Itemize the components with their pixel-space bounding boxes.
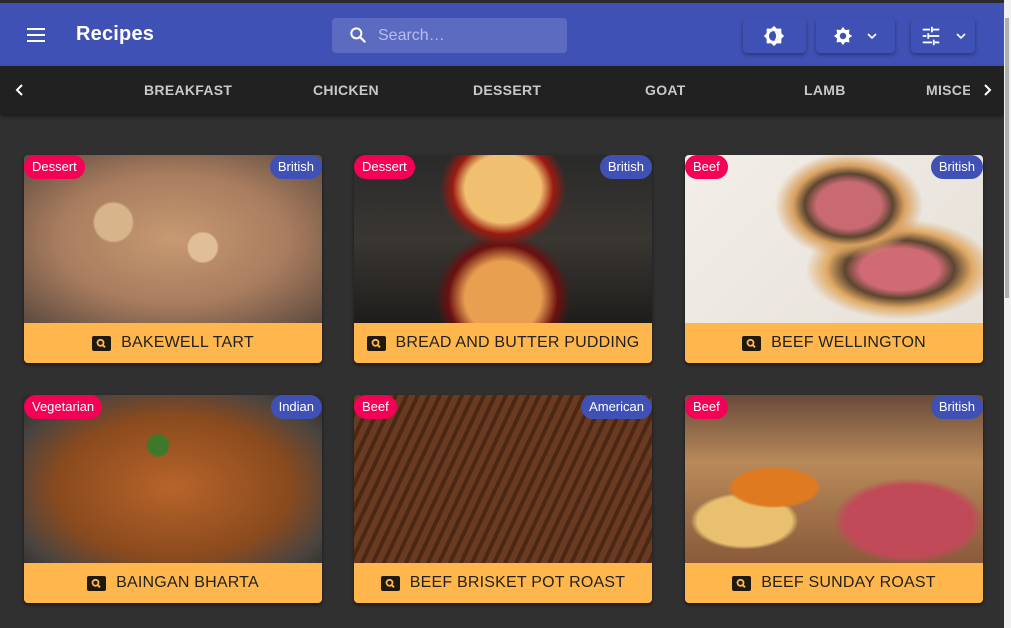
chevron-left-icon[interactable]	[8, 78, 32, 102]
tune-icon	[922, 26, 940, 46]
magnifier-glyph	[736, 578, 747, 588]
menu-icon-bar	[27, 40, 45, 42]
recipe-title: BREAD AND BUTTER PUDDING	[395, 334, 640, 351]
tab-dessert[interactable]: DESSERT	[473, 66, 541, 114]
chevron-right-icon[interactable]	[975, 78, 999, 102]
category-badge: Beef	[685, 395, 728, 419]
magnifier-glyph	[371, 338, 381, 348]
menu-icon-bar	[27, 34, 45, 36]
search-input[interactable]	[378, 18, 558, 53]
area-badge: British	[930, 395, 983, 419]
card-footer: BAKEWELL TART	[24, 323, 322, 363]
recipe-card[interactable]: Dessert British BAKEWELL TART	[24, 155, 322, 363]
menu-button[interactable]	[24, 23, 48, 47]
tab-miscellaneous[interactable]: MISCE	[926, 66, 970, 114]
card-footer: BAINGAN BHARTA	[24, 563, 322, 603]
recipe-image	[354, 155, 652, 323]
card-footer: BEEF SUNDAY ROAST	[685, 563, 983, 603]
area-badge: British	[930, 155, 983, 179]
search-icon	[87, 575, 107, 591]
recipe-title: BEEF BRISKET POT ROAST	[409, 574, 626, 591]
search-icon	[366, 335, 386, 351]
filters-menu-button[interactable]	[911, 18, 975, 53]
recipe-title: BEEF SUNDAY ROAST	[761, 574, 936, 591]
chevron-down-icon	[867, 33, 877, 40]
search-icon	[732, 575, 752, 591]
recipe-image	[354, 395, 652, 563]
tab-breakfast[interactable]: BREAKFAST	[144, 66, 232, 114]
app-title: Recipes	[76, 23, 155, 45]
scrollbar-thumb[interactable]	[1005, 18, 1009, 298]
card-footer: BREAD AND BUTTER PUDDING	[354, 323, 652, 363]
search-icon	[92, 335, 112, 351]
recipe-title: BAKEWELL TART	[121, 334, 254, 351]
card-footer: BEEF BRISKET POT ROAST	[354, 563, 652, 603]
magnifier-glyph	[746, 338, 756, 348]
recipe-image	[24, 395, 322, 563]
area-badge: British	[269, 155, 322, 179]
search-icon	[742, 335, 762, 351]
recipe-image	[24, 155, 322, 323]
category-badge: Vegetarian	[24, 395, 103, 419]
recipe-card[interactable]: Beef British BEEF WELLINGTON	[685, 155, 983, 363]
magnifier-glyph	[91, 578, 101, 588]
theme-toggle-button[interactable]	[743, 18, 806, 53]
tab-goat[interactable]: GOAT	[645, 66, 686, 114]
category-badge: Dessert	[24, 155, 85, 179]
search-box	[332, 18, 567, 53]
recipe-card[interactable]: Beef British BEEF SUNDAY ROAST	[685, 395, 983, 603]
tab-lamb[interactable]: LAMB	[804, 66, 846, 114]
recipe-title: BAINGAN BHARTA	[116, 574, 259, 591]
search-icon	[350, 27, 366, 43]
recipe-title: BEEF WELLINGTON	[771, 334, 926, 351]
menu-icon	[27, 28, 45, 30]
settings-menu-button[interactable]	[816, 18, 895, 53]
chevron-down-icon	[956, 33, 966, 40]
recipe-card[interactable]: Vegetarian Indian BAINGAN BHARTA	[24, 395, 322, 603]
recipe-image	[685, 395, 983, 563]
gear-icon	[833, 26, 853, 46]
recipe-card[interactable]: Beef American BEEF BRISKET POT ROAST	[354, 395, 652, 603]
area-badge: Indian	[270, 395, 322, 419]
recipe-image	[685, 155, 983, 323]
area-badge: British	[599, 155, 652, 179]
category-badge: Beef	[354, 395, 397, 419]
category-badge: Beef	[685, 155, 728, 179]
brightness-icon	[763, 25, 785, 47]
magnifier-glyph	[385, 578, 395, 588]
category-tabs: BREAKFAST CHICKEN DESSERT GOAT LAMB MISC…	[0, 66, 1004, 114]
app-bar: Recipes	[0, 3, 1004, 66]
category-badge: Dessert	[354, 155, 415, 179]
magnifier-glyph	[96, 338, 106, 348]
recipe-card[interactable]: Dessert British BREAD AND BUTTER PUDDING	[354, 155, 652, 363]
tab-chicken[interactable]: CHICKEN	[313, 66, 379, 114]
area-badge: American	[581, 395, 652, 419]
vertical-scrollbar[interactable]	[1004, 0, 1011, 628]
card-footer: BEEF WELLINGTON	[685, 323, 983, 363]
search-icon	[380, 575, 400, 591]
